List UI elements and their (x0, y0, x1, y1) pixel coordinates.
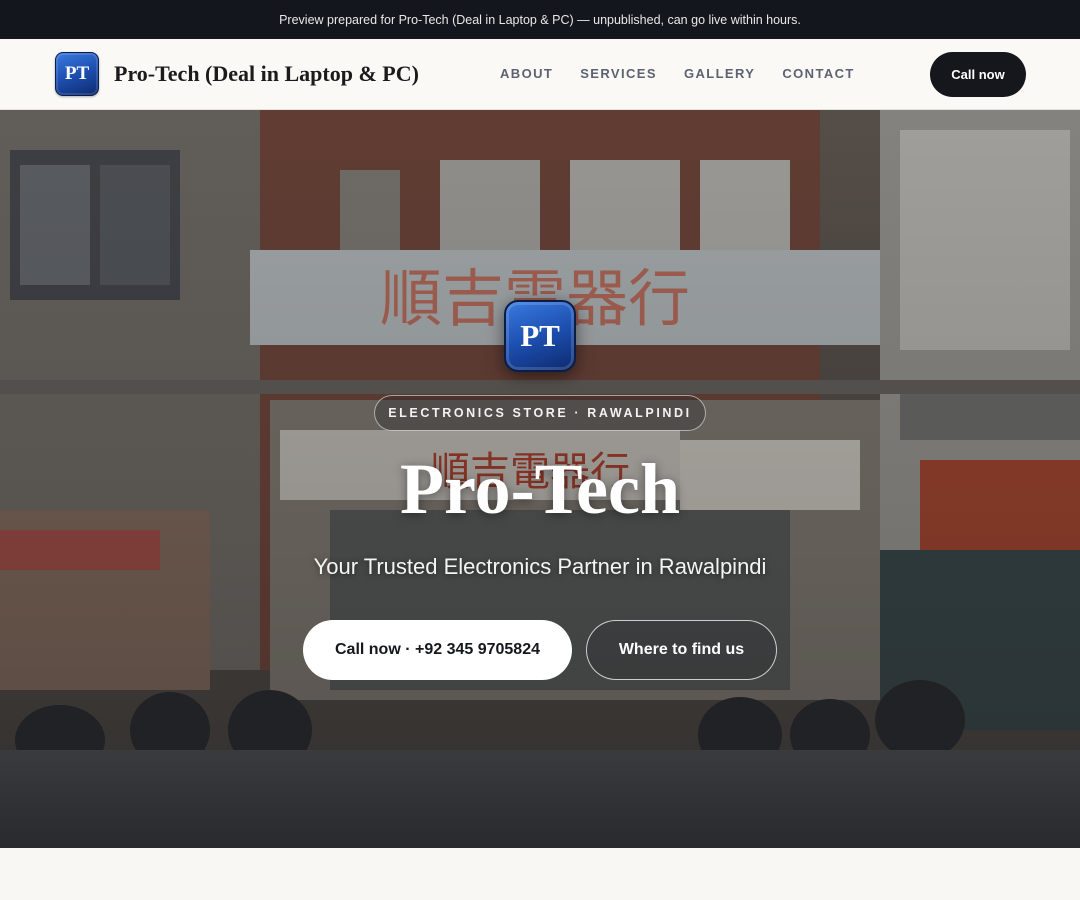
announcement-bar: Preview prepared for Pro-Tech (Deal in L… (0, 0, 1080, 39)
hero-logo: PT (504, 300, 576, 372)
nav-link-about[interactable]: ABOUT (500, 66, 553, 81)
hero-section: 順吉電器行 順吉電器行 PT ELECTRONICS STORE · RAW (0, 110, 1080, 848)
call-now-button[interactable]: Call now (930, 52, 1026, 97)
call-phone-button[interactable]: Call now · +92 345 9705824 (303, 620, 572, 680)
hero-title: Pro-Tech (400, 449, 680, 529)
site-header: PT Pro-Tech (Deal in Laptop & PC) ABOUT … (0, 39, 1080, 110)
hero-subtitle: Your Trusted Electronics Partner in Rawa… (313, 554, 767, 579)
main-nav: ABOUT SERVICES GALLERY CONTACT (500, 66, 882, 81)
nav-link-contact[interactable]: CONTACT (782, 66, 854, 81)
hero-eyebrow-badge: ELECTRONICS STORE · RAWALPINDI (374, 395, 706, 431)
nav-link-gallery[interactable]: GALLERY (684, 66, 755, 81)
brand-logo[interactable]: PT (55, 52, 99, 96)
announcement-text: Preview prepared for Pro-Tech (Deal in L… (279, 12, 801, 27)
find-us-button[interactable]: Where to find us (586, 620, 777, 680)
nav-link-services[interactable]: SERVICES (580, 66, 657, 81)
brand-name[interactable]: Pro-Tech (Deal in Laptop & PC) (114, 61, 419, 87)
